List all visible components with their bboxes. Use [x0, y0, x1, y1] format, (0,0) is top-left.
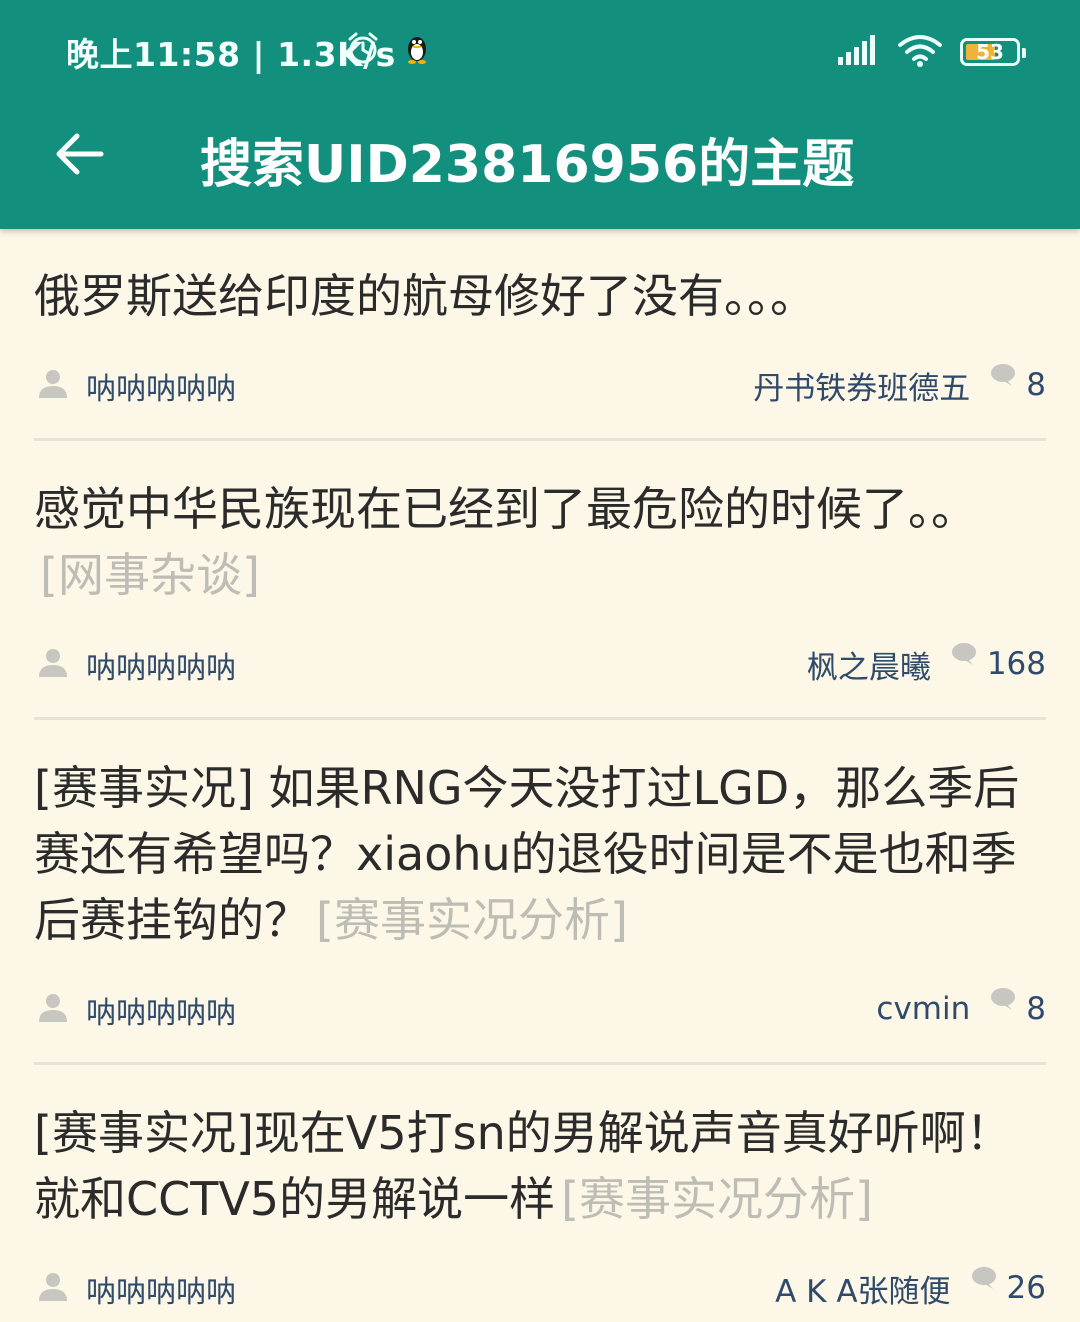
divider	[34, 1062, 1046, 1065]
alarm-icon	[345, 30, 381, 70]
user-icon	[39, 649, 67, 677]
qq-penguin-icon	[403, 31, 431, 69]
thread-item[interactable]: 感觉中华民族现在已经到了最危险的时候了。。 [网事杂谈] 呐呐呐呐呐 枫之晨曦 1…	[0, 442, 1080, 721]
thread-item[interactable]: [赛事实况] 如果RNG今天没打过LGD，那么季后赛还有希望吗？xiaohu的退…	[0, 721, 1080, 1066]
page-title: 搜索UID23816956的主题	[200, 135, 855, 195]
thread-title: 俄罗斯送给印度的航母修好了没有。。。	[34, 263, 1044, 329]
thread-tag: [赛事实况分析]	[561, 1172, 873, 1226]
thread-meta: 呐呐呐呐呐 枫之晨曦 168	[0, 639, 1080, 689]
thread-meta: 呐呐呐呐呐 丹书铁券班德五 8	[0, 360, 1080, 410]
thread-author[interactable]: 呐呐呐呐呐	[86, 1267, 236, 1311]
comment-icon	[991, 988, 1016, 1010]
status-icons-right: 53	[838, 32, 1026, 72]
status-bar: 晚上11:58 | 1.3K/s 53	[0, 0, 1080, 100]
thread-last-reply[interactable]: A K A张随便	[775, 1266, 950, 1311]
thread-title: [赛事实况]现在V5打sn的男解说声音真好听啊！就和CCTV5的男解说一样 [赛事…	[34, 1100, 1044, 1232]
divider	[34, 717, 1046, 720]
signal-icon	[838, 35, 880, 69]
thread-meta-right: A K A张随便 26	[775, 1263, 1046, 1313]
thread-tag: [网事杂谈]	[40, 548, 260, 602]
thread-item[interactable]: [赛事实况]现在V5打sn的男解说声音真好听啊！就和CCTV5的男解说一样 [赛事…	[0, 1066, 1080, 1322]
thread-meta: 呐呐呐呐呐 cvmin 8	[0, 984, 1080, 1034]
thread-last-reply[interactable]: 丹书铁券班德五	[753, 363, 970, 408]
thread-meta-right: 丹书铁券班德五 8	[753, 360, 1046, 410]
status-icons-left	[345, 30, 431, 70]
thread-tag: [赛事实况分析]	[316, 893, 628, 947]
thread-title-text: 俄罗斯送给印度的航母修好了没有。。。	[34, 269, 816, 323]
thread-reply-count: 8	[1026, 991, 1046, 1027]
app-bar: 晚上11:58 | 1.3K/s 53 搜索UID23816956的主题	[0, 0, 1080, 229]
thread-author[interactable]: 呐呐呐呐呐	[86, 988, 236, 1032]
comment-icon	[991, 364, 1016, 386]
thread-last-reply[interactable]: 枫之晨曦	[807, 642, 931, 687]
thread-meta-right: cvmin 8	[876, 984, 1046, 1034]
thread-title: 感觉中华民族现在已经到了最危险的时候了。。 [网事杂谈]	[34, 476, 1044, 608]
thread-title-text: 感觉中华民族现在已经到了最危险的时候了。。	[34, 482, 977, 536]
user-icon	[39, 1273, 67, 1301]
thread-item[interactable]: 俄罗斯送给印度的航母修好了没有。。。 呐呐呐呐呐 丹书铁券班德五 8	[0, 229, 1080, 442]
thread-meta-right: 枫之晨曦 168	[807, 639, 1046, 689]
wifi-icon	[898, 33, 942, 71]
battery-level: 53	[976, 40, 1004, 64]
comment-icon	[971, 1267, 996, 1289]
battery-icon: 53	[960, 38, 1026, 66]
back-button[interactable]	[40, 114, 120, 194]
thread-title: [赛事实况] 如果RNG今天没打过LGD，那么季后赛还有希望吗？xiaohu的退…	[34, 755, 1044, 953]
thread-reply-count: 168	[986, 646, 1046, 682]
toolbar: 搜索UID23816956的主题	[0, 100, 1080, 229]
thread-reply-count: 8	[1026, 367, 1046, 403]
thread-meta: 呐呐呐呐呐 A K A张随便 26	[0, 1263, 1080, 1313]
divider	[34, 438, 1046, 441]
thread-author[interactable]: 呐呐呐呐呐	[86, 643, 236, 687]
arrow-left-icon	[56, 133, 104, 175]
comment-icon	[951, 643, 976, 665]
thread-reply-count: 26	[1006, 1270, 1046, 1306]
user-icon	[39, 370, 67, 398]
thread-author[interactable]: 呐呐呐呐呐	[86, 364, 236, 408]
user-icon	[39, 994, 67, 1022]
thread-last-reply[interactable]: cvmin	[876, 991, 970, 1027]
